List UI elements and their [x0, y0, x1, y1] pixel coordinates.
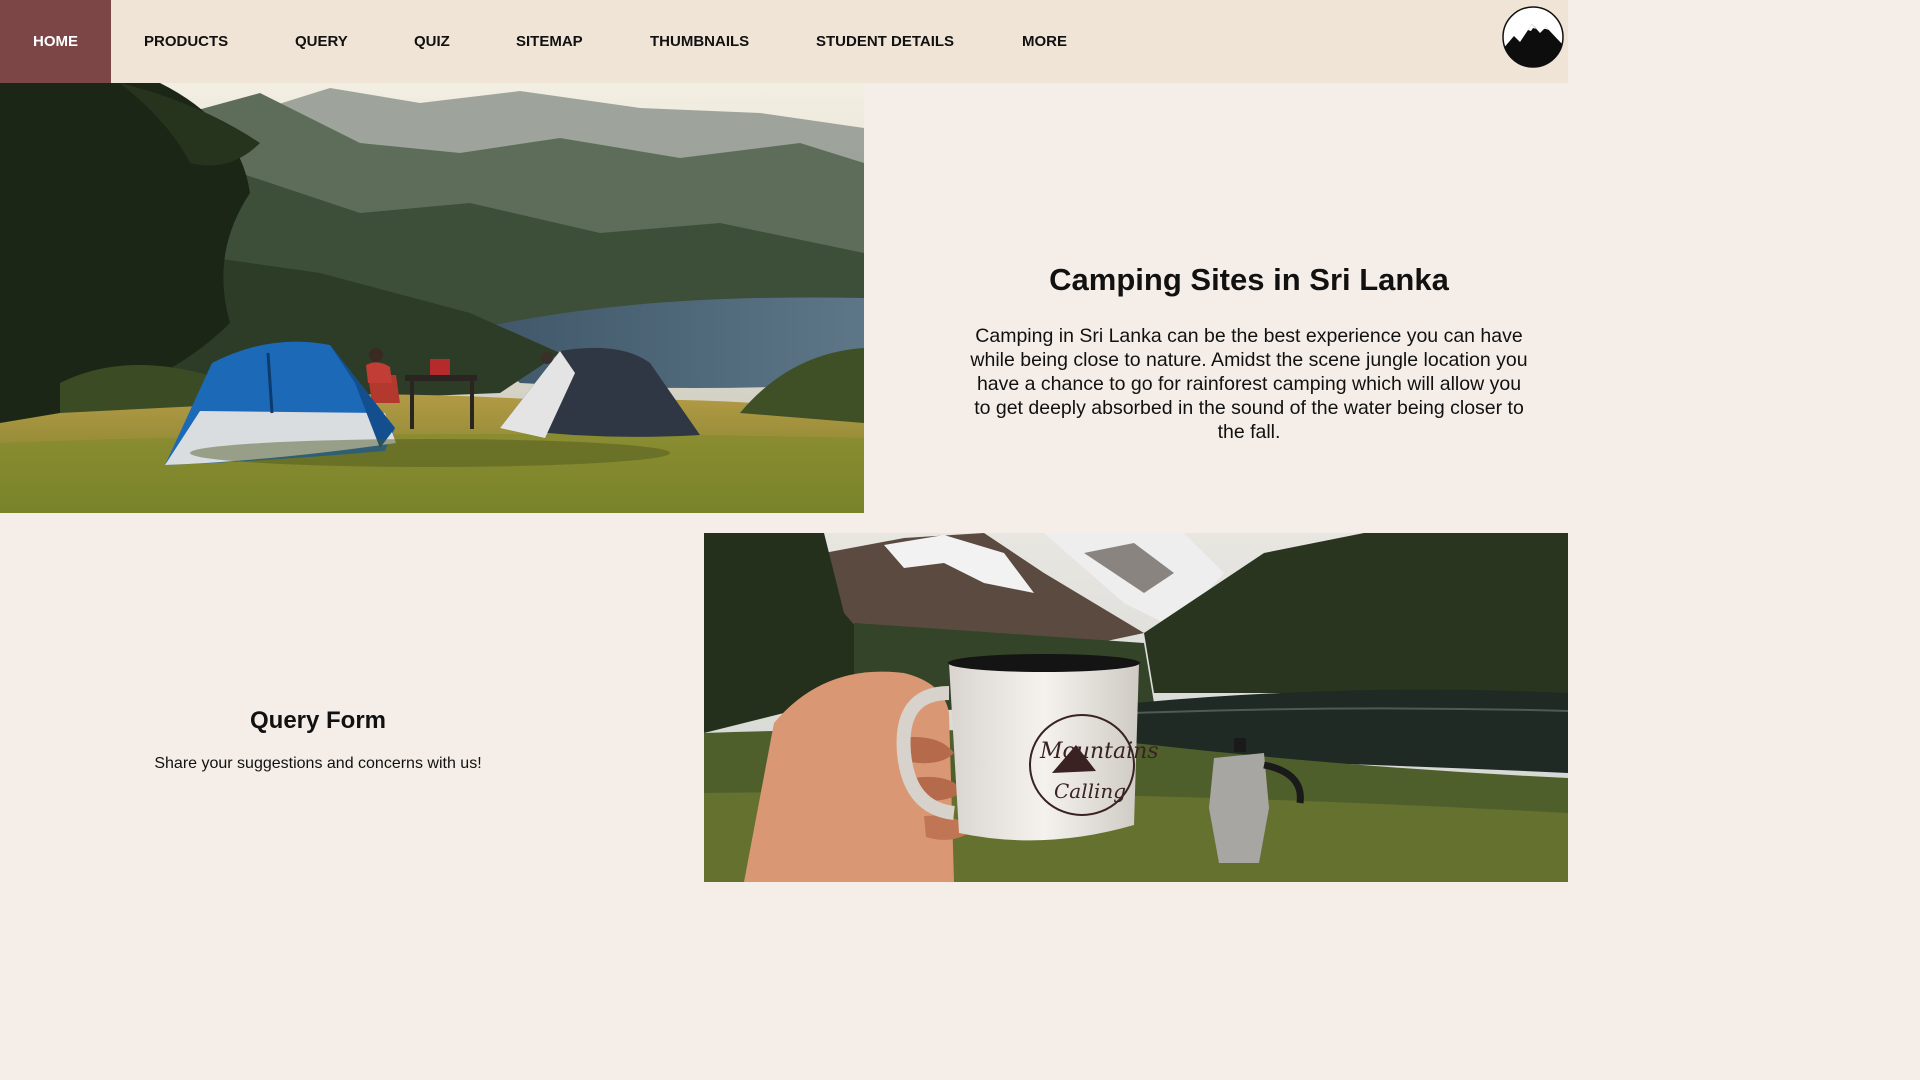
- nav-sitemap[interactable]: SITEMAP: [516, 0, 583, 83]
- query-form-title: Query Form: [249, 707, 387, 734]
- svg-text:Calling: Calling: [1054, 779, 1126, 803]
- query-section: Query Form Share your suggestions and co…: [0, 707, 636, 773]
- nav-home[interactable]: HOME: [0, 0, 111, 83]
- mountain-mug-photo: Mountains Calling: [704, 533, 1568, 882]
- top-nav: HOME PRODUCTS QUERY QUIZ SITEMAP THUMBNA…: [0, 0, 1568, 83]
- svg-text:Mountains: Mountains: [1039, 739, 1159, 764]
- hero-description: Camping in Sri Lanka can be the best exp…: [970, 325, 1528, 443]
- nav-quiz[interactable]: QUIZ: [414, 0, 450, 83]
- nav-thumbnails[interactable]: THUMBNAILS: [650, 0, 749, 83]
- hero-section: Camping Sites in Sri Lanka Camping in Sr…: [970, 262, 1528, 444]
- mountain-logo-icon[interactable]: [1502, 6, 1564, 68]
- nav-more[interactable]: MORE: [1022, 0, 1067, 83]
- nav-products[interactable]: PRODUCTS: [144, 0, 228, 83]
- camping-tents-photo: [0, 83, 864, 513]
- nav-student-details[interactable]: STUDENT DETAILS: [816, 0, 954, 83]
- query-form-subtitle: Share your suggestions and concerns with…: [154, 755, 482, 772]
- hero-title: Camping Sites in Sri Lanka: [1049, 262, 1449, 297]
- nav-query[interactable]: QUERY: [295, 0, 348, 83]
